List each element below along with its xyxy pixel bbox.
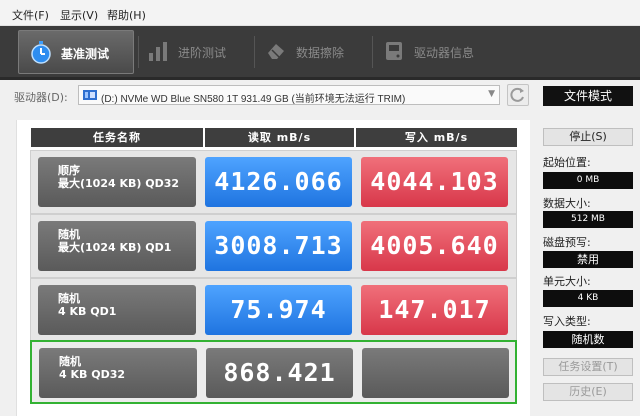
tab-drive-info[interactable]: 驱动器信息 (372, 30, 502, 74)
task-params: 4 KB QD1 (58, 305, 117, 318)
precondition-value[interactable]: 禁用 (543, 251, 633, 268)
history-button[interactable]: 历史(E) (543, 383, 633, 401)
table-row: 随机 4 KB QD1 75.974 147.017 (30, 278, 517, 342)
unit-size-label: 单元大小: (543, 275, 591, 288)
menu-view[interactable]: 显示(V) (60, 7, 98, 23)
toolbar: 基准测试 进阶测试 数据擦除 驱动器信息 (0, 26, 640, 80)
task-button[interactable]: 随机 4 KB QD32 (39, 348, 197, 398)
task-params: 4 KB QD32 (59, 368, 126, 381)
drive-select[interactable]: (D:) NVMe WD Blue SN580 1T 931.49 GB (当前… (78, 85, 500, 105)
task-type: 随机 (58, 228, 80, 241)
write-type-label: 写入类型: (543, 315, 591, 328)
drive-selected-text: (D:) NVMe WD Blue SN580 1T 931.49 GB (当前… (101, 94, 406, 105)
write-result (362, 348, 509, 398)
tab-drive-info-label: 驱动器信息 (414, 46, 475, 60)
chevron-down-icon: ▼ (488, 89, 495, 99)
write-type-value[interactable]: 随机数 (543, 331, 633, 348)
header-read: 读取 mB/s (205, 128, 354, 147)
drive-icon (83, 90, 97, 100)
stopwatch-icon (31, 41, 51, 64)
task-type: 随机 (59, 355, 81, 368)
write-result: 4044.103 (361, 157, 508, 207)
refresh-button[interactable] (507, 84, 529, 106)
tab-erase-label: 数据擦除 (296, 46, 345, 60)
task-button[interactable]: 随机 最大(1024 KB) QD1 (38, 221, 196, 271)
task-type: 顺序 (58, 164, 80, 177)
start-position-value[interactable]: 0 MB (543, 172, 633, 189)
precondition-label: 磁盘预写: (543, 236, 591, 249)
task-settings-button[interactable]: 任务设置(T) (543, 358, 633, 376)
table-row-active: 随机 4 KB QD32 868.421 (30, 340, 517, 404)
task-params: 最大(1024 KB) QD32 (58, 177, 180, 190)
data-size-value[interactable]: 512 MB (543, 211, 633, 228)
tab-advanced[interactable]: 进阶测试 (136, 30, 254, 74)
tab-advanced-label: 进阶测试 (178, 46, 227, 60)
file-mode-button[interactable]: 文件模式 (543, 86, 633, 106)
write-result: 147.017 (361, 285, 508, 335)
start-position-label: 起始位置: (543, 156, 591, 169)
drive-info-icon (386, 42, 402, 60)
read-result: 868.421 (206, 348, 353, 398)
task-params: 最大(1024 KB) QD1 (58, 241, 172, 254)
stop-button[interactable]: 停止(S) (543, 128, 633, 146)
menu-file[interactable]: 文件(F) (12, 7, 49, 23)
menu-help[interactable]: 帮助(H) (107, 7, 146, 23)
tab-benchmark-label: 基准测试 (61, 47, 110, 61)
menu-bar: 文件(F) 显示(V) 帮助(H) (0, 0, 640, 26)
unit-size-value[interactable]: 4 KB (543, 290, 633, 307)
task-button[interactable]: 随机 4 KB QD1 (38, 285, 196, 335)
read-result: 4126.066 (205, 157, 352, 207)
tab-erase[interactable]: 数据擦除 (254, 30, 372, 74)
read-result: 75.974 (205, 285, 352, 335)
eraser-icon (268, 44, 284, 59)
task-button[interactable]: 顺序 最大(1024 KB) QD32 (38, 157, 196, 207)
table-row: 顺序 最大(1024 KB) QD32 4126.066 4044.103 (30, 150, 517, 214)
bar-chart-icon (149, 42, 167, 61)
header-task-name: 任务名称 (31, 128, 203, 147)
header-write: 写入 mB/s (356, 128, 517, 147)
refresh-icon (510, 87, 524, 102)
table-row: 随机 最大(1024 KB) QD1 3008.713 4005.640 (30, 214, 517, 278)
read-result: 3008.713 (205, 221, 352, 271)
task-type: 随机 (58, 292, 80, 305)
drive-label: 驱动器(D): (14, 91, 68, 104)
write-result: 4005.640 (361, 221, 508, 271)
tab-benchmark[interactable]: 基准测试 (18, 30, 134, 74)
data-size-label: 数据大小: (543, 197, 591, 210)
